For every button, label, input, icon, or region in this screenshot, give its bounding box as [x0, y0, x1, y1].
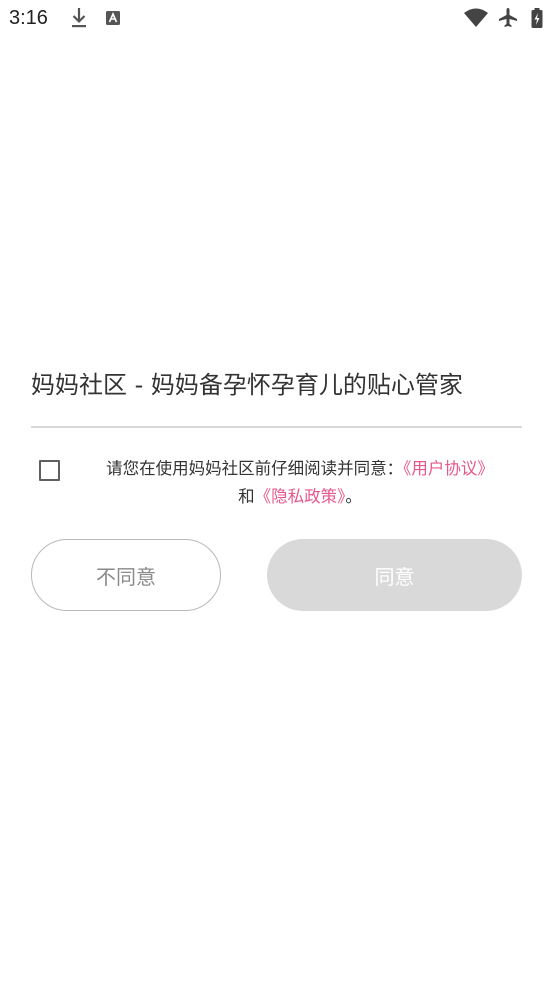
divider [31, 426, 522, 428]
disagree-button[interactable]: 不同意 [31, 539, 221, 611]
download-icon [70, 6, 88, 30]
dialog-title: 妈妈社区 - 妈妈备孕怀孕育儿的贴心管家 [31, 371, 463, 399]
status-bar: 3:16 [0, 0, 553, 36]
battery-charging-icon [530, 6, 544, 30]
agree-button[interactable]: 同意 [267, 539, 522, 611]
agreement-checkbox[interactable] [39, 460, 60, 481]
agreement-text: 请您在使用妈妈社区前仔细阅读并同意：《用户协议》 和《隐私政策》。 [74, 455, 526, 511]
wifi-icon [463, 6, 489, 30]
disagree-button-label: 不同意 [96, 564, 156, 589]
agree-button-label: 同意 [374, 564, 415, 589]
agreement-suffix: 。 [345, 487, 362, 506]
user-agreement-link[interactable]: 《用户协议》 [403, 459, 494, 478]
status-time: 3:16 [9, 7, 48, 29]
app-notification-icon [105, 6, 121, 30]
privacy-policy-link[interactable]: 《隐私政策》 [255, 487, 346, 506]
agreement-prefix: 请您在使用妈妈社区前仔细阅读并同意： [106, 459, 404, 478]
airplane-mode-icon [497, 6, 519, 30]
agreement-conjunction: 和 [238, 487, 255, 506]
